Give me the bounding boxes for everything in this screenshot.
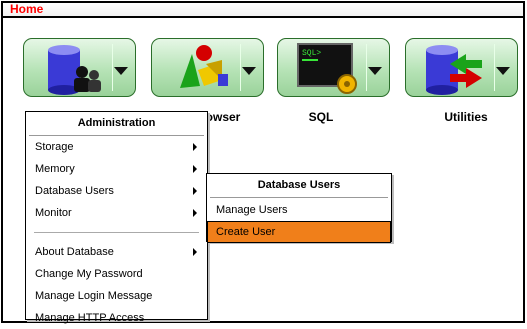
tile-divider [494,44,495,91]
tile-divider [240,44,241,91]
menu-item-storage[interactable]: Storage [26,136,207,158]
page-title: Home [10,2,44,16]
submenu-arrow-icon [193,248,197,256]
utilities-tile[interactable] [405,38,518,97]
menu-divider [34,224,199,233]
administration-menu-title: Administration [29,112,204,136]
object-browser-icon [180,45,228,88]
menu-item-change-password[interactable]: Change My Password [26,263,207,285]
menu-item-manage-login-message[interactable]: Manage Login Message [26,285,207,307]
tile-divider [366,44,367,91]
menu-item-database-users[interactable]: Database Users [26,180,207,202]
menu-item-about-database[interactable]: About Database [26,241,207,263]
menu-item-memory[interactable]: Memory [26,158,207,180]
menu-item-manage-http-access[interactable]: Manage HTTP Access [26,307,207,329]
sql-terminal-icon: SQL> [297,43,357,94]
title-bar: Home [3,2,523,18]
dropdown-arrow-icon[interactable] [242,67,256,75]
tile-divider [112,44,113,91]
sql-tile[interactable]: SQL> [277,38,390,97]
administration-menu: Administration Storage Memory Database U… [25,111,208,324]
submenu-arrow-icon [193,143,197,151]
menu-item-manage-users[interactable]: Manage Users [207,199,391,221]
app-frame: Home SQL> rowser SQL Utilities Administr… [1,1,525,324]
database-utilities-icon [426,45,482,95]
submenu-arrow-icon [193,209,197,217]
object-browser-tile[interactable] [151,38,264,97]
administration-tile[interactable] [23,38,136,97]
utilities-label[interactable]: Utilities [433,110,499,124]
dropdown-arrow-icon[interactable] [368,67,382,75]
menu-item-monitor[interactable]: Monitor [26,202,207,224]
menu-item-create-user[interactable]: Create User [207,221,391,243]
database-users-submenu: Database Users Manage Users Create User [206,173,392,243]
object-browser-label[interactable]: rowser [201,110,261,124]
database-users-menu-title: Database Users [210,174,388,198]
submenu-arrow-icon [193,165,197,173]
submenu-arrow-icon [193,187,197,195]
sql-label[interactable]: SQL [299,110,343,124]
svg-text:SQL>: SQL> [302,49,321,58]
dropdown-arrow-icon[interactable] [114,67,128,75]
dropdown-arrow-icon[interactable] [496,67,510,75]
database-users-icon [48,45,101,95]
